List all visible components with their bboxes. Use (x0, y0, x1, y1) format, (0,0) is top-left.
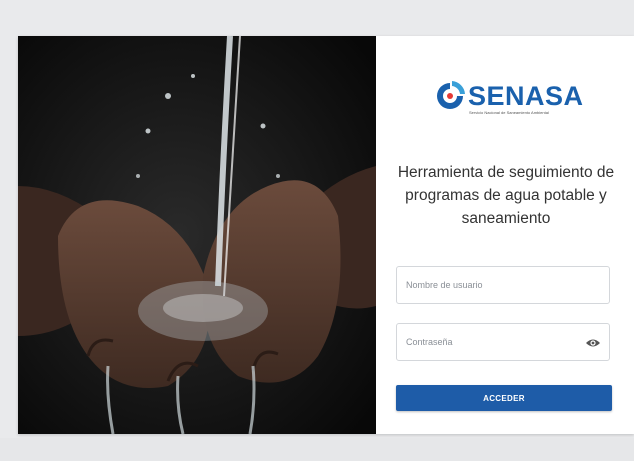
eye-icon[interactable] (585, 336, 601, 350)
username-input[interactable]: Nombre de usuario (396, 266, 610, 304)
login-card: SENASA Servicio Nacional de Saneamiento … (18, 36, 634, 434)
page-footer-band (0, 438, 634, 461)
login-panel: SENASA Servicio Nacional de Saneamiento … (376, 36, 634, 434)
hands-water-photo (18, 36, 376, 434)
senasa-logo: SENASA Servicio Nacional de Saneamiento … (434, 80, 584, 120)
login-button[interactable]: ACCEDER (396, 385, 612, 411)
username-placeholder: Nombre de usuario (406, 280, 483, 290)
password-input[interactable]: Contraseña (396, 323, 610, 361)
brand-subtitle: Servicio Nacional de Saneamiento Ambient… (469, 110, 549, 115)
swirl-logo-icon (437, 81, 465, 109)
page-title: Herramienta de seguimiento de programas … (397, 164, 615, 227)
brand-name: SENASA (468, 81, 584, 111)
password-placeholder: Contraseña (406, 337, 453, 347)
